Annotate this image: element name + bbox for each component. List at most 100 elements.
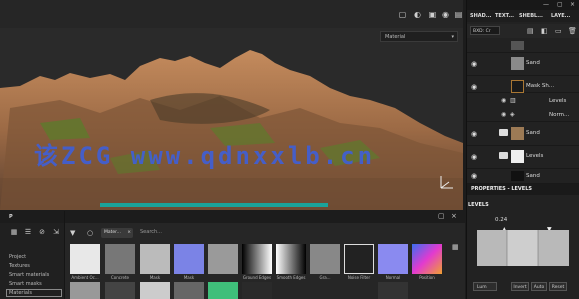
material-tile[interactable] xyxy=(378,244,408,274)
close-icon[interactable]: × xyxy=(127,228,131,238)
folder-icon xyxy=(499,152,508,159)
3d-viewport[interactable]: ▢ ◐ ▣ ◉ ▤ Material ▾ 该ZCG www.qdnxxlb.cn xyxy=(0,0,463,210)
tile-label: Mask xyxy=(149,275,161,280)
layer-row[interactable]: ◉ Sand xyxy=(467,169,579,184)
material-tile[interactable] xyxy=(344,244,374,274)
frame-icon[interactable]: ▢ xyxy=(398,10,407,19)
invert-button[interactable]: Invert xyxy=(511,282,529,291)
tab-label: TEXT... xyxy=(495,13,515,19)
list-icon[interactable]: ☰ xyxy=(24,228,32,236)
tab-shelf[interactable]: SHEBL... xyxy=(519,10,543,22)
layer-thumbnail xyxy=(511,150,524,163)
effect-label: Levels xyxy=(549,98,567,104)
eye-icon[interactable]: ◉ xyxy=(471,130,477,138)
material-tile[interactable] xyxy=(140,282,170,299)
tab-layers[interactable]: LAYE... xyxy=(551,10,570,22)
material-tile[interactable] xyxy=(70,244,100,274)
layer-label: Sand xyxy=(526,130,540,136)
blend-mode-select[interactable]: BXD: Cr xyxy=(470,26,500,35)
tab-label: LAYE... xyxy=(551,13,571,19)
close-icon[interactable]: × xyxy=(451,212,457,220)
material-tile[interactable] xyxy=(208,244,238,274)
category-item-selected[interactable]: Materials xyxy=(6,289,62,297)
material-tile[interactable] xyxy=(105,282,135,299)
filter-icon[interactable]: ▼ xyxy=(70,229,75,237)
layer-thumbnail xyxy=(511,171,524,181)
material-tile[interactable] xyxy=(310,244,340,274)
grid-view-icon[interactable]: ▦ xyxy=(452,243,459,251)
grid-icon[interactable]: ▦ xyxy=(10,228,18,236)
eye-icon[interactable]: ◉ xyxy=(471,153,477,161)
close-icon[interactable]: × xyxy=(570,1,575,8)
eye-off-icon[interactable]: ⊘ xyxy=(38,228,46,236)
filter-chip[interactable]: Mater... × xyxy=(101,228,133,238)
eye-icon[interactable]: ◉ xyxy=(501,97,506,104)
category-item[interactable]: Project xyxy=(9,254,26,260)
material-tile[interactable] xyxy=(174,244,204,274)
effect-row[interactable]: ◉ ▥ Levels xyxy=(467,95,579,107)
material-tile[interactable] xyxy=(242,282,272,299)
layer-thumbnail xyxy=(511,57,524,70)
layer-row[interactable]: ◉ Sand xyxy=(467,53,579,76)
auto-button[interactable]: Auto xyxy=(531,282,547,291)
window-bar: — ▢ × xyxy=(467,0,579,10)
eye-icon[interactable]: ◉ xyxy=(471,60,477,68)
tile-label: Smooth Edges xyxy=(276,275,306,280)
minimize-icon[interactable]: — xyxy=(543,1,549,8)
layer-row[interactable]: ◉ Mask Sh... xyxy=(467,76,579,93)
category-item[interactable]: Smart materials xyxy=(9,272,49,278)
material-tile[interactable] xyxy=(412,244,442,274)
add-mask-icon[interactable]: ◧ xyxy=(541,27,548,35)
right-panel: — ▢ × SHAD... TEXT... SHEBL... LAYE... B… xyxy=(466,0,579,299)
effect-label: Norm... xyxy=(549,112,570,118)
material-tile[interactable] xyxy=(276,244,306,274)
progress-bar xyxy=(100,203,328,207)
blend-mode-value: BXD: Cr xyxy=(473,29,491,34)
maximize-icon[interactable]: ▢ xyxy=(438,212,445,220)
layer-label: Sand xyxy=(526,173,540,179)
reset-button[interactable]: Reset xyxy=(549,282,567,291)
tab-textures[interactable]: TEXT... xyxy=(495,10,514,22)
levels-section-label: LEVELS xyxy=(468,202,489,208)
eye-icon[interactable]: ◉ xyxy=(501,111,506,118)
material-tile[interactable] xyxy=(242,244,272,274)
layer-row[interactable] xyxy=(467,40,579,53)
material-tile[interactable] xyxy=(208,282,238,299)
add-layer-icon[interactable]: ▤ xyxy=(527,27,534,35)
eye-icon[interactable]: ◉ xyxy=(471,172,477,180)
material-tile[interactable] xyxy=(140,244,170,274)
export-icon[interactable]: ⇲ xyxy=(52,228,60,236)
circle-icon[interactable]: ○ xyxy=(87,229,93,237)
tile-label: Ambient Oc... xyxy=(71,275,99,280)
levels-value[interactable]: 0.24 xyxy=(495,217,507,223)
effect-row[interactable]: ◉ ◈ Norm... xyxy=(467,109,579,122)
viewport-toolbar: ▢ ◐ ▣ ◉ ▤ xyxy=(0,0,463,28)
channel-select-value: Lum xyxy=(477,285,487,290)
material-tile[interactable] xyxy=(70,282,100,299)
layer-row[interactable]: ◉ Sand xyxy=(467,123,579,146)
tile-label: Normal xyxy=(385,275,401,280)
display-icon[interactable]: ◉ xyxy=(441,10,450,19)
shelf-title: P xyxy=(9,214,13,220)
material-tile[interactable] xyxy=(378,282,408,299)
lighting-icon[interactable]: ◐ xyxy=(413,10,422,19)
levels-histogram[interactable] xyxy=(477,230,569,266)
properties-title: PROPERTIES - LEVELS xyxy=(467,184,579,195)
axis-gizmo-icon xyxy=(440,176,453,189)
material-tile[interactable] xyxy=(174,282,204,299)
category-item[interactable]: Textures xyxy=(9,263,30,269)
material-tile[interactable] xyxy=(105,244,135,274)
levels-channel-select[interactable]: Lum xyxy=(473,282,497,291)
mask-thumbnail xyxy=(511,80,524,93)
folder-icon[interactable]: ▭ xyxy=(555,27,562,35)
category-item[interactable]: Smart masks xyxy=(9,281,42,287)
camera-icon[interactable]: ▣ xyxy=(428,10,437,19)
layer-row[interactable]: ◉ Levels xyxy=(467,146,579,169)
tile-label: Position xyxy=(419,275,435,280)
maximize-icon[interactable]: ▢ xyxy=(557,1,563,8)
tab-shaders[interactable]: SHAD... xyxy=(470,10,492,22)
eye-icon[interactable]: ◉ xyxy=(471,83,477,91)
search-input[interactable]: Search... xyxy=(140,229,162,235)
trash-icon[interactable]: 🗑 xyxy=(568,27,577,35)
screenshot-icon[interactable]: ▤ xyxy=(454,10,463,19)
